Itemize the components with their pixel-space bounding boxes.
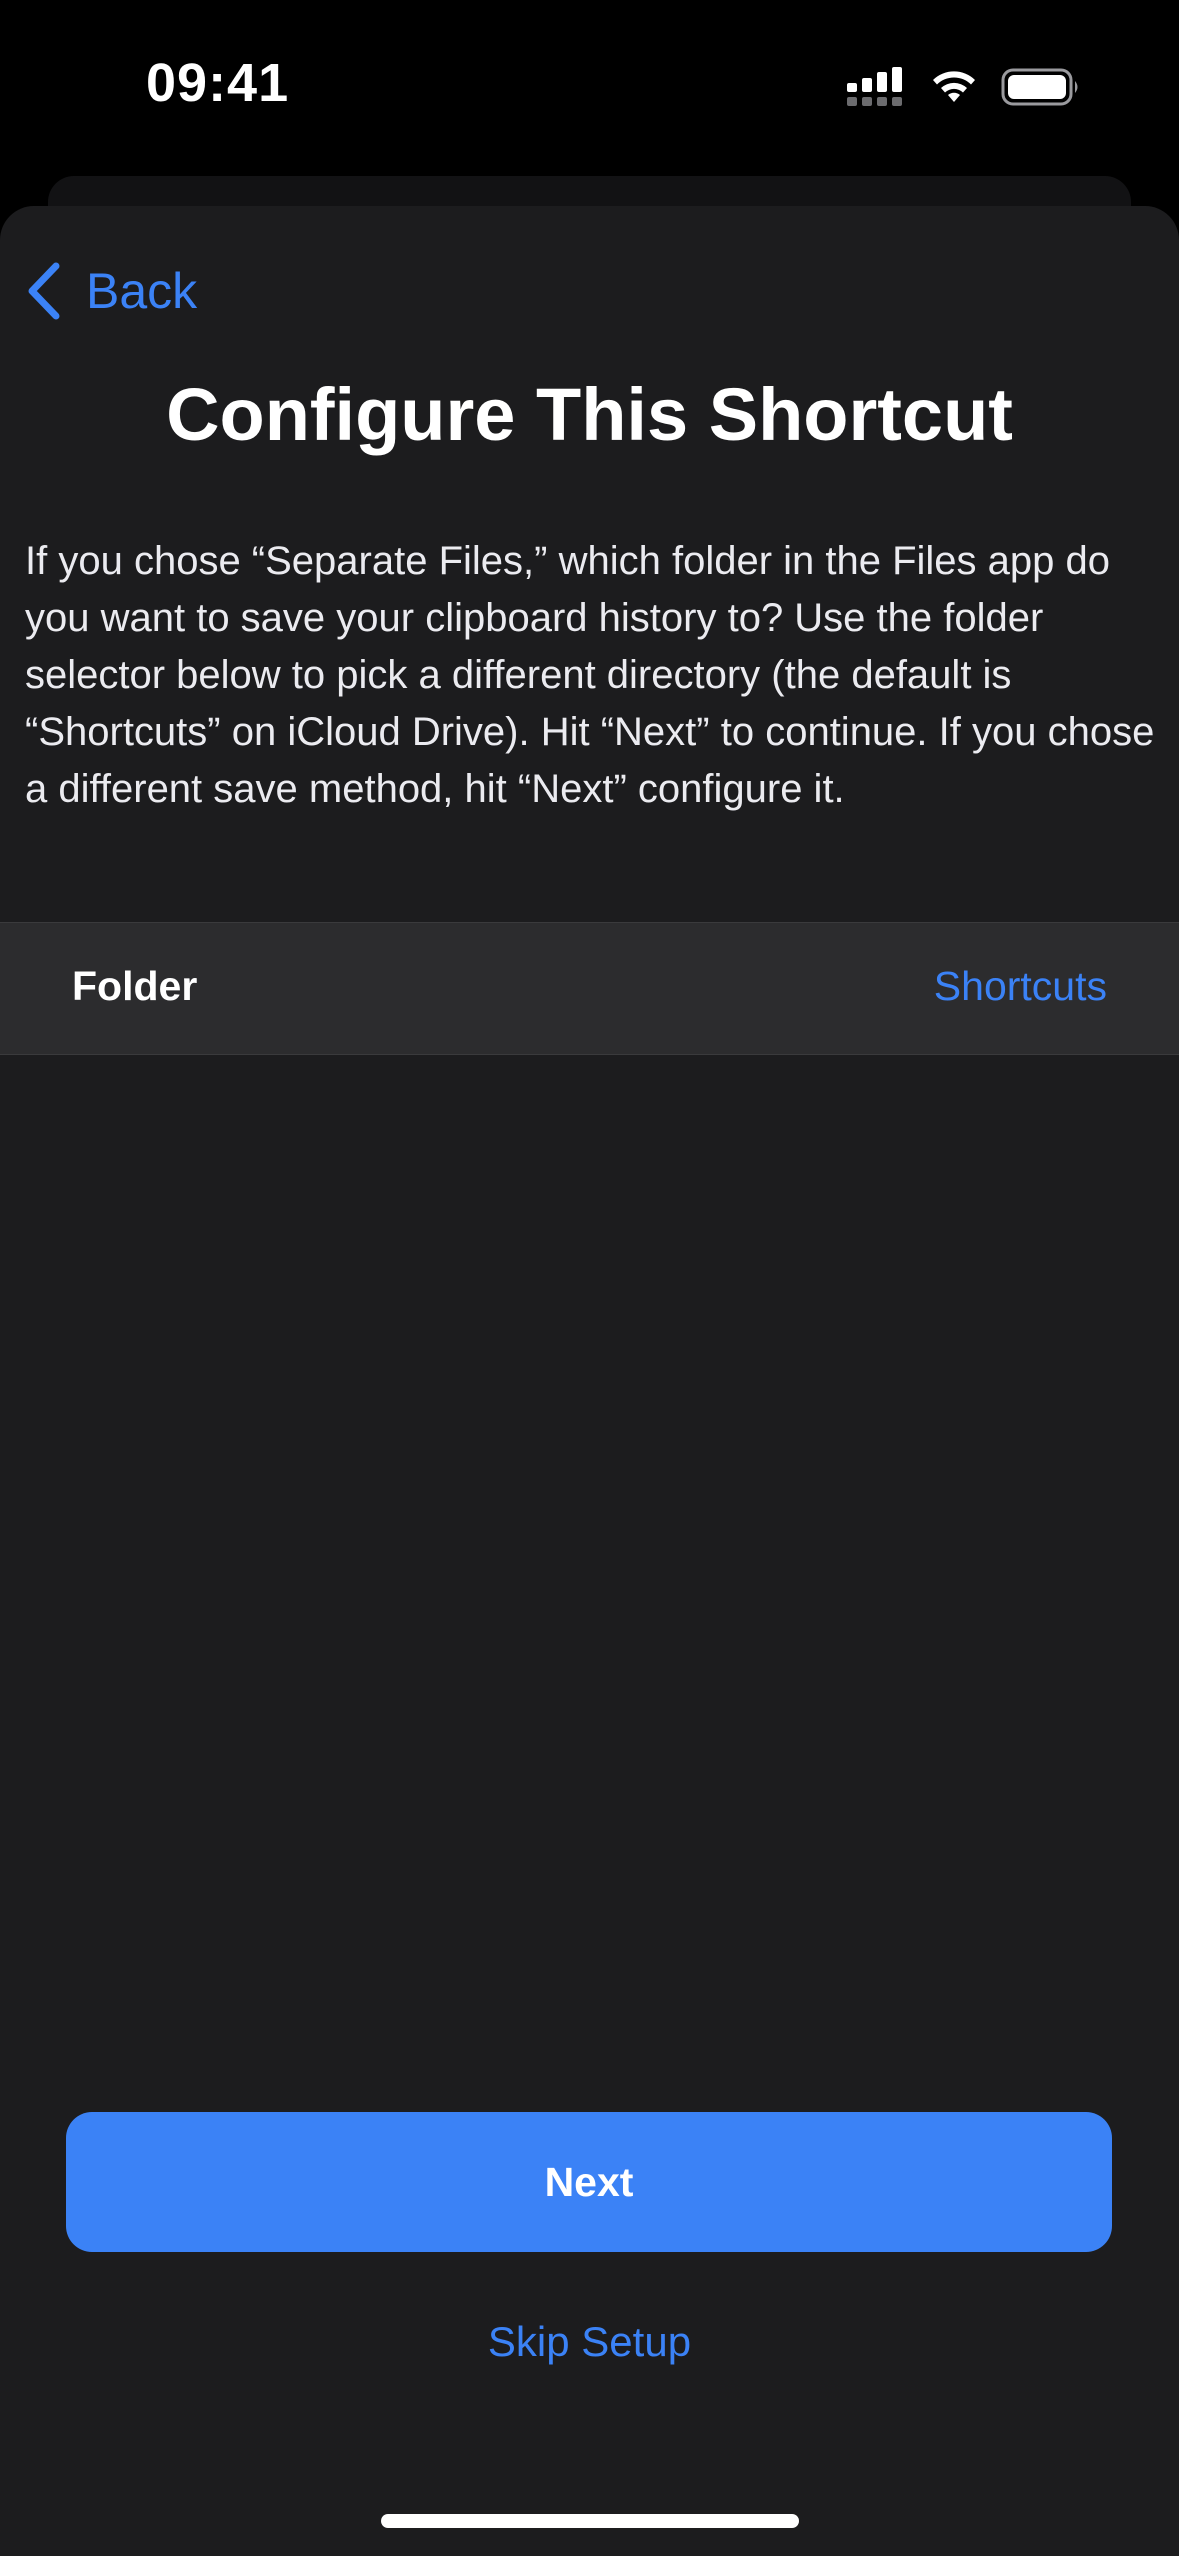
status-time: 09:41 [146, 53, 290, 113]
wifi-icon [933, 71, 975, 102]
cellular-signal-icon [847, 67, 902, 106]
next-button[interactable]: Next [66, 2112, 1112, 2252]
folder-setting-row[interactable]: Folder Shortcuts [0, 922, 1179, 1055]
folder-value[interactable]: Shortcuts [934, 963, 1107, 1010]
battery-icon [1001, 68, 1078, 106]
home-indicator[interactable] [381, 2514, 799, 2528]
description-text: If you chose “Separate Files,” which fol… [25, 539, 1155, 811]
chevron-left-icon [28, 262, 60, 320]
folder-label: Folder [72, 963, 198, 1009]
back-label: Back [86, 263, 198, 319]
back-button[interactable]: Back [26, 256, 197, 326]
status-bar: 09:41 [0, 0, 1179, 170]
status-icons [847, 62, 1081, 112]
skip-setup-button[interactable]: Skip Setup [0, 2318, 1179, 2366]
page-title: Configure This Shortcut [166, 373, 1013, 456]
